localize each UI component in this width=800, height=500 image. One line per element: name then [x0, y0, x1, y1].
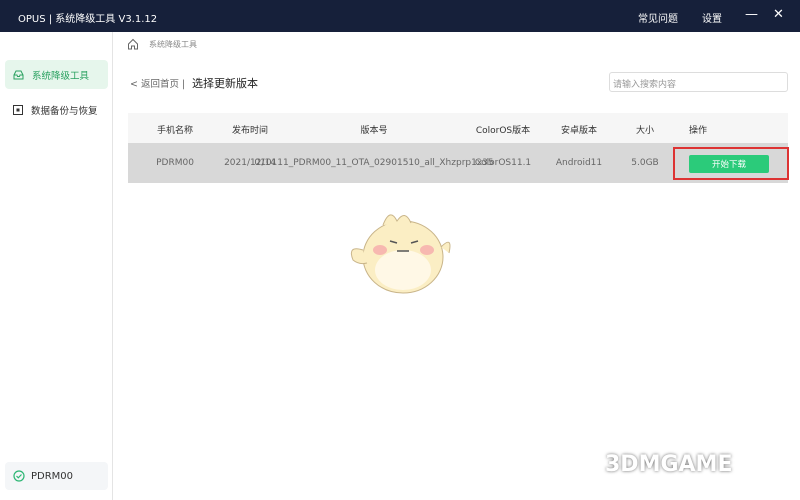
title-bar: OPUS | 系统降级工具 V3.1.12 常见问题 设置 — ✕: [0, 0, 800, 32]
column-header: 发布时间: [231, 126, 269, 136]
faq-button[interactable]: 常见问题: [638, 10, 678, 25]
sidebar-item-label: 系统降级工具: [32, 70, 90, 82]
device-name: PDRM00: [31, 470, 74, 482]
search-input[interactable]: 请输入搜索内容: [609, 72, 788, 92]
breadcrumb-item[interactable]: 系统降级工具: [149, 39, 197, 50]
sidebar-item-backup[interactable]: 数据备份与恢复: [5, 95, 108, 124]
home-icon[interactable]: [127, 38, 139, 50]
cell-phone: PDRM00: [156, 158, 194, 168]
device-status: PDRM00: [5, 462, 108, 490]
table-header: 手机名称 发布时间 版本号 ColorOS版本 安卓版本 大小 操作: [128, 113, 788, 143]
settings-button[interactable]: 设置: [702, 10, 722, 25]
cell-version: 010111_PDRM00_11_OTA_02901510_all_Xhzprp…: [254, 158, 494, 168]
sidebar-item-downgrade[interactable]: 系统降级工具: [5, 60, 108, 89]
app-title: OPUS | 系统降级工具 V3.1.12: [18, 14, 158, 25]
table-row[interactable]: PDRM00 2021/12/14 010111_PDRM00_11_OTA_0…: [128, 143, 789, 183]
inbox-icon: [13, 70, 24, 79]
breadcrumb: 系统降级工具: [127, 38, 197, 50]
column-header: 操作: [688, 126, 708, 136]
start-download-button[interactable]: 开始下载: [689, 155, 769, 173]
close-icon[interactable]: ✕: [773, 7, 784, 22]
sidebar-item-label: 数据备份与恢复: [31, 105, 98, 117]
column-header: 手机名称: [156, 126, 194, 136]
cell-coloros: ColorOS11.1: [474, 158, 532, 168]
check-circle-icon: [13, 470, 25, 482]
column-header: 版本号: [360, 126, 388, 136]
minimize-icon[interactable]: —: [745, 7, 758, 22]
column-header: 安卓版本: [560, 126, 598, 136]
column-header: 大小: [635, 126, 655, 136]
cell-android: Android11: [555, 158, 603, 168]
cell-size: 5.0GB: [631, 158, 659, 168]
column-header: ColorOS版本: [475, 126, 531, 136]
watermark-logo: 3DMGAME: [605, 452, 733, 477]
version-table: 手机名称 发布时间 版本号 ColorOS版本 安卓版本 大小 操作 PDRM0…: [128, 113, 789, 183]
mascot-illustration: [350, 214, 451, 294]
page-title: 选择更新版本: [192, 77, 258, 90]
square-dot-icon: [13, 104, 23, 115]
back-home-link[interactable]: < 返回首页 |: [130, 76, 185, 90]
download-highlight: 开始下载: [673, 147, 789, 180]
sidebar: 系统降级工具 数据备份与恢复 PDRM00: [0, 32, 113, 500]
